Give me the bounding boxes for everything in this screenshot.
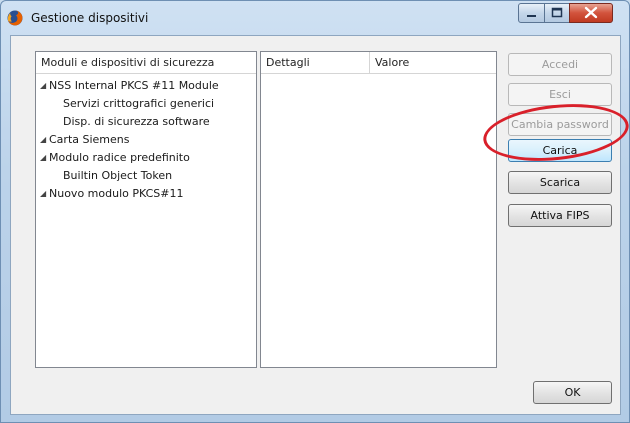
- tree-item-modulo-radice[interactable]: ◢ Modulo radice predefinito: [40, 149, 190, 166]
- tree-item-label: NSS Internal PKCS #11 Module: [49, 79, 219, 92]
- modules-column-header[interactable]: Moduli e dispositivi di sicurezza: [36, 52, 256, 74]
- expand-triangle-icon[interactable]: ◢: [40, 149, 49, 166]
- minimize-button[interactable]: [518, 3, 545, 23]
- button-label: Scarica: [539, 176, 581, 189]
- button-label: OK: [564, 386, 581, 399]
- tree-item-carta-siemens[interactable]: ◢ Carta Siemens: [40, 131, 130, 148]
- maximize-icon: [551, 7, 563, 18]
- tree-item-label: Carta Siemens: [49, 133, 130, 146]
- tree-item-label: Nuovo modulo PKCS#11: [49, 187, 184, 200]
- tree-item-label: Modulo radice predefinito: [49, 151, 190, 164]
- modules-tree[interactable]: Moduli e dispositivi di sicurezza ◢ NSS I…: [35, 51, 257, 368]
- title-bar[interactable]: Gestione dispositivi: [1, 1, 629, 33]
- accedi-button[interactable]: Accedi: [508, 53, 612, 76]
- ok-button[interactable]: OK: [533, 381, 612, 404]
- tree-item-nss-internal[interactable]: ◢ NSS Internal PKCS #11 Module: [40, 77, 219, 94]
- button-label: Accedi: [541, 58, 579, 71]
- value-column-header[interactable]: Valore: [370, 52, 496, 74]
- cambia-password-button[interactable]: Cambia password: [508, 113, 612, 136]
- expand-triangle-icon[interactable]: ◢: [40, 77, 49, 94]
- dialog-window: Gestione dispositivi Moduli e dispositiv…: [0, 0, 630, 423]
- details-column-header[interactable]: Dettagli: [261, 52, 370, 74]
- close-icon: [584, 6, 598, 19]
- tree-item-label: Disp. di sicurezza software: [63, 115, 210, 128]
- tree-item-builtin-object-token[interactable]: Builtin Object Token: [63, 167, 172, 184]
- details-list[interactable]: Dettagli Valore: [260, 51, 497, 368]
- button-label: Carica: [542, 144, 578, 157]
- button-label: Attiva FIPS: [530, 209, 590, 222]
- expand-triangle-icon[interactable]: ◢: [40, 185, 49, 202]
- maximize-button[interactable]: [544, 3, 570, 23]
- expand-triangle-icon[interactable]: ◢: [40, 131, 49, 148]
- attiva-fips-button[interactable]: Attiva FIPS: [508, 204, 612, 227]
- esci-button[interactable]: Esci: [508, 83, 612, 106]
- window-title: Gestione dispositivi: [31, 11, 149, 25]
- scarica-button[interactable]: Scarica: [508, 171, 612, 194]
- tree-item-nuovo-modulo[interactable]: ◢ Nuovo modulo PKCS#11: [40, 185, 183, 202]
- minimize-icon: [527, 15, 536, 17]
- tree-item-label: Builtin Object Token: [63, 169, 173, 182]
- firefox-icon: [7, 10, 23, 26]
- tree-item-label: Servizi crittografici generici: [63, 97, 215, 110]
- carica-button[interactable]: Carica: [508, 139, 612, 162]
- button-label: Cambia password: [511, 118, 609, 131]
- tree-item-servizi-crittografici[interactable]: Servizi crittografici generici: [63, 95, 214, 112]
- dialog-body: Moduli e dispositivi di sicurezza ◢ NSS I…: [10, 35, 621, 415]
- close-button[interactable]: [569, 3, 613, 23]
- button-label: Esci: [549, 88, 571, 101]
- tree-item-disp-sicurezza-software[interactable]: Disp. di sicurezza software: [63, 113, 210, 130]
